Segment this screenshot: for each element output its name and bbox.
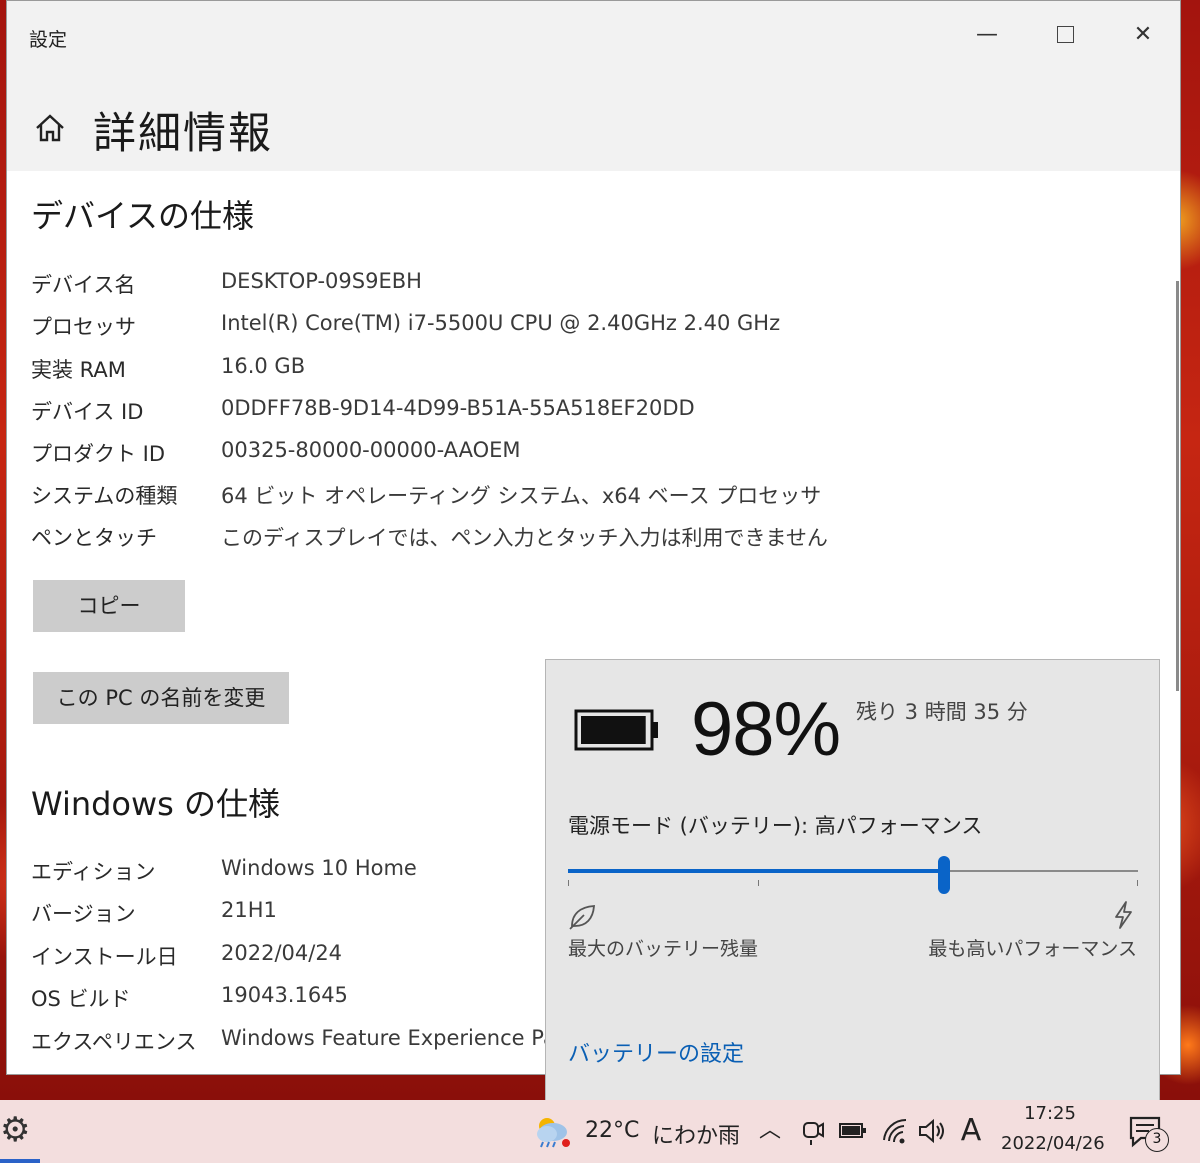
battery-icon[interactable]	[838, 1114, 868, 1148]
meet-now-icon[interactable]	[798, 1114, 826, 1148]
wifi-icon[interactable]	[880, 1114, 910, 1148]
weather-temperature[interactable]: 22°C	[585, 1118, 639, 1143]
battery-remaining-time: 残り 3 時間 35 分	[856, 700, 1028, 724]
speaker-icon[interactable]	[917, 1114, 947, 1148]
spec-value: DESKTOP-09S9EBH	[221, 269, 422, 293]
ime-indicator[interactable]: A	[955, 1114, 987, 1148]
spec-label: ペンとタッチ	[31, 526, 157, 550]
slider-min-label: 最大のバッテリー残量	[568, 938, 759, 960]
spec-label: エクスペリエンス	[31, 1030, 197, 1054]
minimize-button[interactable]: —	[967, 19, 1007, 51]
spec-value: このディスプレイでは、ペン入力とタッチ入力は利用できません	[221, 526, 828, 550]
copy-button[interactable]: コピー	[33, 580, 185, 632]
spec-value: Windows 10 Home	[221, 856, 417, 880]
spec-label: バージョン	[31, 902, 136, 926]
home-icon[interactable]	[33, 111, 67, 145]
spec-label: デバイス ID	[31, 400, 144, 424]
chevron-up-icon[interactable]: ︿	[755, 1114, 785, 1148]
spec-value: Windows Feature Experience Pa	[221, 1026, 556, 1050]
battery-fill	[581, 716, 646, 744]
power-mode-slider[interactable]	[568, 856, 1138, 896]
battery-flyout: 98% 残り 3 時間 35 分 電源モード (バッテリー): 高パフォーマンス…	[545, 659, 1160, 1104]
spec-label: プロダクト ID	[31, 442, 166, 466]
spec-value: 00325-80000-00000-AAOEM	[221, 438, 521, 462]
spec-label: システムの種類	[31, 484, 178, 508]
power-mode-label: 電源モード (バッテリー): 高パフォーマンス	[568, 814, 983, 838]
spec-label: プロセッサ	[31, 315, 136, 339]
spec-value: 21H1	[221, 898, 277, 922]
spec-label: インストール日	[31, 945, 178, 969]
device-spec-title: デバイスの仕様	[31, 197, 255, 235]
slider-tick	[1136, 880, 1138, 886]
battery-percentage: 98%	[691, 687, 841, 772]
rename-pc-button[interactable]: この PC の名前を変更	[33, 672, 289, 724]
slider-tick	[568, 880, 569, 886]
notification-count-badge: 3	[1145, 1128, 1169, 1152]
active-app-indicator	[0, 1159, 40, 1163]
spec-label: エディション	[31, 860, 156, 884]
slider-tick	[757, 880, 759, 886]
clock-time[interactable]: 17:25	[1020, 1103, 1080, 1124]
battery-settings-link[interactable]: バッテリーの設定	[568, 1036, 744, 1068]
spec-value: Intel(R) Core(TM) i7-5500U CPU @ 2.40GHz…	[221, 311, 781, 335]
slider-thumb[interactable]	[938, 856, 951, 894]
spec-value: 64 ビット オペレーティング システム、x64 ベース プロセッサ	[221, 484, 822, 508]
maximize-button[interactable]	[1045, 19, 1085, 51]
settings-gear-icon[interactable]: ⚙	[0, 1110, 30, 1150]
battery-large-icon	[574, 709, 658, 751]
weather-condition[interactable]: にわか雨	[652, 1118, 740, 1150]
spec-label: OS ビルド	[31, 987, 131, 1011]
page-header: 詳細情報	[7, 71, 1180, 171]
clock-date[interactable]: 2022/04/26	[1001, 1133, 1105, 1154]
maximize-icon	[1056, 26, 1074, 43]
battery-saver-leaf-icon	[569, 905, 595, 930]
spec-value: 16.0 GB	[221, 354, 306, 378]
slider-max-label: 最も高いパフォーマンス	[928, 938, 1137, 960]
best-performance-bolt-icon	[1115, 901, 1132, 929]
vertical-scrollbar[interactable]	[1176, 281, 1179, 691]
page-title: 詳細情報	[93, 109, 273, 159]
spec-label: デバイス名	[31, 273, 136, 297]
spec-label: 実装 RAM	[31, 358, 126, 382]
spec-value: 19043.1645	[221, 983, 348, 1007]
spec-value: 0DDFF78B-9D14-4D99-B51A-55A518EF20DD	[221, 396, 695, 420]
spec-value: 2022/04/24	[221, 941, 343, 965]
weather-icon[interactable]	[533, 1114, 573, 1148]
slider-fill	[568, 869, 945, 873]
window-title: 設定	[29, 29, 68, 51]
close-button[interactable]: ✕	[1123, 19, 1163, 51]
windows-spec-title: Windows の仕様	[31, 785, 281, 823]
title-bar: 設定 — ✕	[7, 1, 1180, 71]
